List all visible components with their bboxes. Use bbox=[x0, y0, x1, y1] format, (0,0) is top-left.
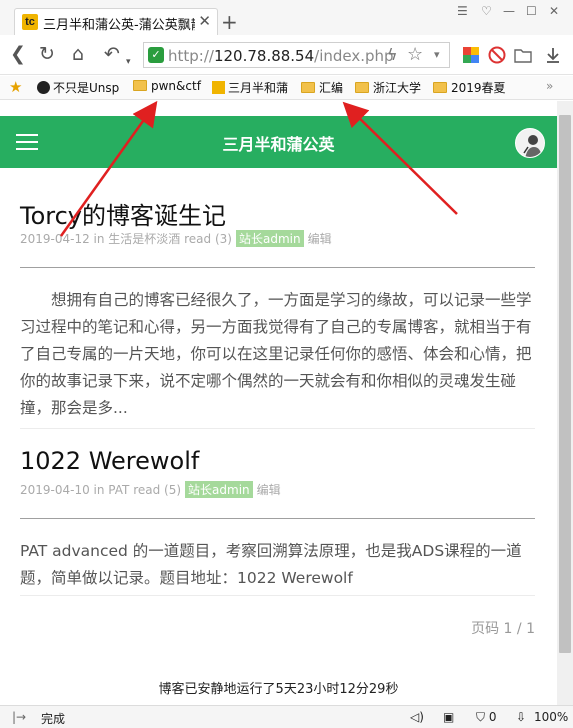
vertical-scrollbar[interactable] bbox=[557, 101, 573, 705]
divider bbox=[20, 518, 535, 519]
post-meta: 2019-04-10 in PAT read (5) 站长admin 编辑 bbox=[20, 481, 281, 498]
divider bbox=[20, 595, 535, 596]
status-text: 完成 bbox=[41, 712, 66, 726]
home-icon[interactable]: ⌂ bbox=[72, 44, 84, 64]
window-menu-icon[interactable]: ☰ bbox=[457, 4, 468, 18]
bookmark-item[interactable]: 三月半和蒲 bbox=[212, 79, 288, 96]
bookmarks-bar: ★ 不只是Unsp pwn&ctf 三月半和蒲 汇编 浙江大学 2019春夏 » bbox=[0, 76, 573, 100]
mute-icon[interactable]: ◁) bbox=[410, 710, 424, 724]
bookmark-star-icon[interactable]: ☆ bbox=[407, 44, 423, 65]
close-window-icon[interactable]: ✕ bbox=[549, 4, 559, 18]
divider bbox=[20, 428, 535, 429]
new-tab-button[interactable]: + bbox=[221, 12, 238, 32]
site-favicon-icon: tc bbox=[22, 14, 38, 30]
post-title[interactable]: Torcy的博客诞生记 bbox=[20, 196, 226, 231]
browser-tab[interactable]: tc 三月半和蒲公英-蒲公英飘散 ✕ bbox=[14, 8, 218, 35]
skin-icon[interactable]: ♡ bbox=[481, 4, 492, 18]
adblock-icon[interactable] bbox=[488, 46, 506, 64]
minimize-icon[interactable]: — bbox=[503, 4, 515, 18]
pagination: 页码 1 / 1 bbox=[471, 621, 535, 637]
site-favicon-icon bbox=[212, 81, 225, 94]
undo-dropdown-icon[interactable]: ▾ bbox=[126, 52, 131, 72]
site-header: 三月半和蒲公英 bbox=[0, 116, 557, 168]
folder-icon[interactable] bbox=[514, 46, 532, 64]
post-excerpt: 想拥有自己的博客已经很久了，一方面是学习的缘故，可以记录一些学习过程中的笔记和心… bbox=[20, 291, 532, 417]
tab-title: 三月半和蒲公英-蒲公英飘散 bbox=[43, 18, 195, 33]
edit-link[interactable]: 编辑 bbox=[257, 483, 281, 497]
download-icon[interactable]: ⇩ bbox=[516, 710, 526, 724]
uptime-text: 博客已安静地运行了5天23小时12分29秒 bbox=[158, 682, 399, 697]
clock-icon bbox=[37, 81, 50, 94]
status-bar: |→ 完成 ◁) ▣ ⛉ 0 ⇩ 100% bbox=[0, 705, 573, 728]
author-badge[interactable]: 站长admin bbox=[235, 230, 304, 247]
bookmark-folder[interactable]: 浙江大学 bbox=[355, 79, 421, 96]
folder-icon bbox=[433, 82, 447, 93]
tab-strip: tc 三月半和蒲公英-蒲公英飘散 ✕ + ☰ ♡ — ☐ ✕ bbox=[0, 0, 573, 35]
url-text: http://120.78.88.54/index.php bbox=[168, 47, 394, 65]
speed-mode-icon[interactable]: ϟ bbox=[387, 45, 398, 64]
edit-link[interactable]: 编辑 bbox=[308, 232, 332, 246]
folder-icon bbox=[301, 82, 315, 93]
post-title[interactable]: 1022 Werewolf bbox=[20, 447, 199, 475]
address-dropdown-icon[interactable]: ▾ bbox=[434, 48, 440, 61]
folder-icon bbox=[355, 82, 369, 93]
security-shield-icon: ✓ bbox=[148, 47, 164, 63]
navigation-bar: ❮ ↻ ⌂ ↶ ▾ ✓ http://120.78.88.54/index.ph… bbox=[0, 35, 573, 75]
post-meta: 2019-04-12 in 生活是杯淡酒 read (3) 站长admin 编辑 bbox=[20, 230, 332, 247]
author-badge[interactable]: 站长admin bbox=[185, 481, 253, 498]
scrollbar-thumb[interactable] bbox=[559, 115, 571, 653]
web-page: 三月半和蒲公英 Torcy的博客诞生记 2019-04-12 in 生活是杯淡酒… bbox=[0, 101, 557, 705]
undo-icon[interactable]: ↶ bbox=[104, 44, 120, 64]
site-title[interactable]: 三月半和蒲公英 bbox=[0, 131, 557, 155]
extension-app-icon[interactable] bbox=[462, 46, 480, 64]
back-icon[interactable]: ❮ bbox=[10, 44, 26, 64]
bookmark-item[interactable]: 不只是Unsp bbox=[37, 79, 119, 96]
address-bar[interactable]: ✓ http://120.78.88.54/index.php ϟ ☆ ▾ bbox=[143, 42, 450, 68]
maximize-icon[interactable]: ☐ bbox=[526, 4, 537, 18]
bookmark-folder[interactable]: 汇编 bbox=[301, 79, 343, 96]
download-icon[interactable] bbox=[544, 46, 562, 64]
zoom-level[interactable]: 100% bbox=[534, 710, 568, 724]
avatar[interactable] bbox=[515, 128, 545, 158]
sidebar-toggle-icon[interactable]: |→ bbox=[12, 710, 26, 724]
folder-icon bbox=[133, 80, 147, 91]
security-badge[interactable]: ⛉ 0 bbox=[476, 710, 496, 725]
divider bbox=[20, 267, 535, 268]
bookmark-folder[interactable]: pwn&ctf bbox=[133, 79, 201, 93]
screenshot-icon[interactable]: ▣ bbox=[443, 710, 454, 724]
more-bookmarks-icon[interactable]: » bbox=[546, 79, 553, 93]
shield-icon: ⛉ bbox=[476, 710, 486, 724]
favorites-star-icon[interactable]: ★ bbox=[9, 78, 22, 96]
post-excerpt: PAT advanced 的一道题目，考察回溯算法原理，也是我ADS课程的一道题… bbox=[20, 542, 522, 587]
close-tab-icon[interactable]: ✕ bbox=[198, 12, 211, 30]
bookmark-folder[interactable]: 2019春夏 bbox=[433, 79, 506, 96]
refresh-icon[interactable]: ↻ bbox=[39, 44, 55, 64]
